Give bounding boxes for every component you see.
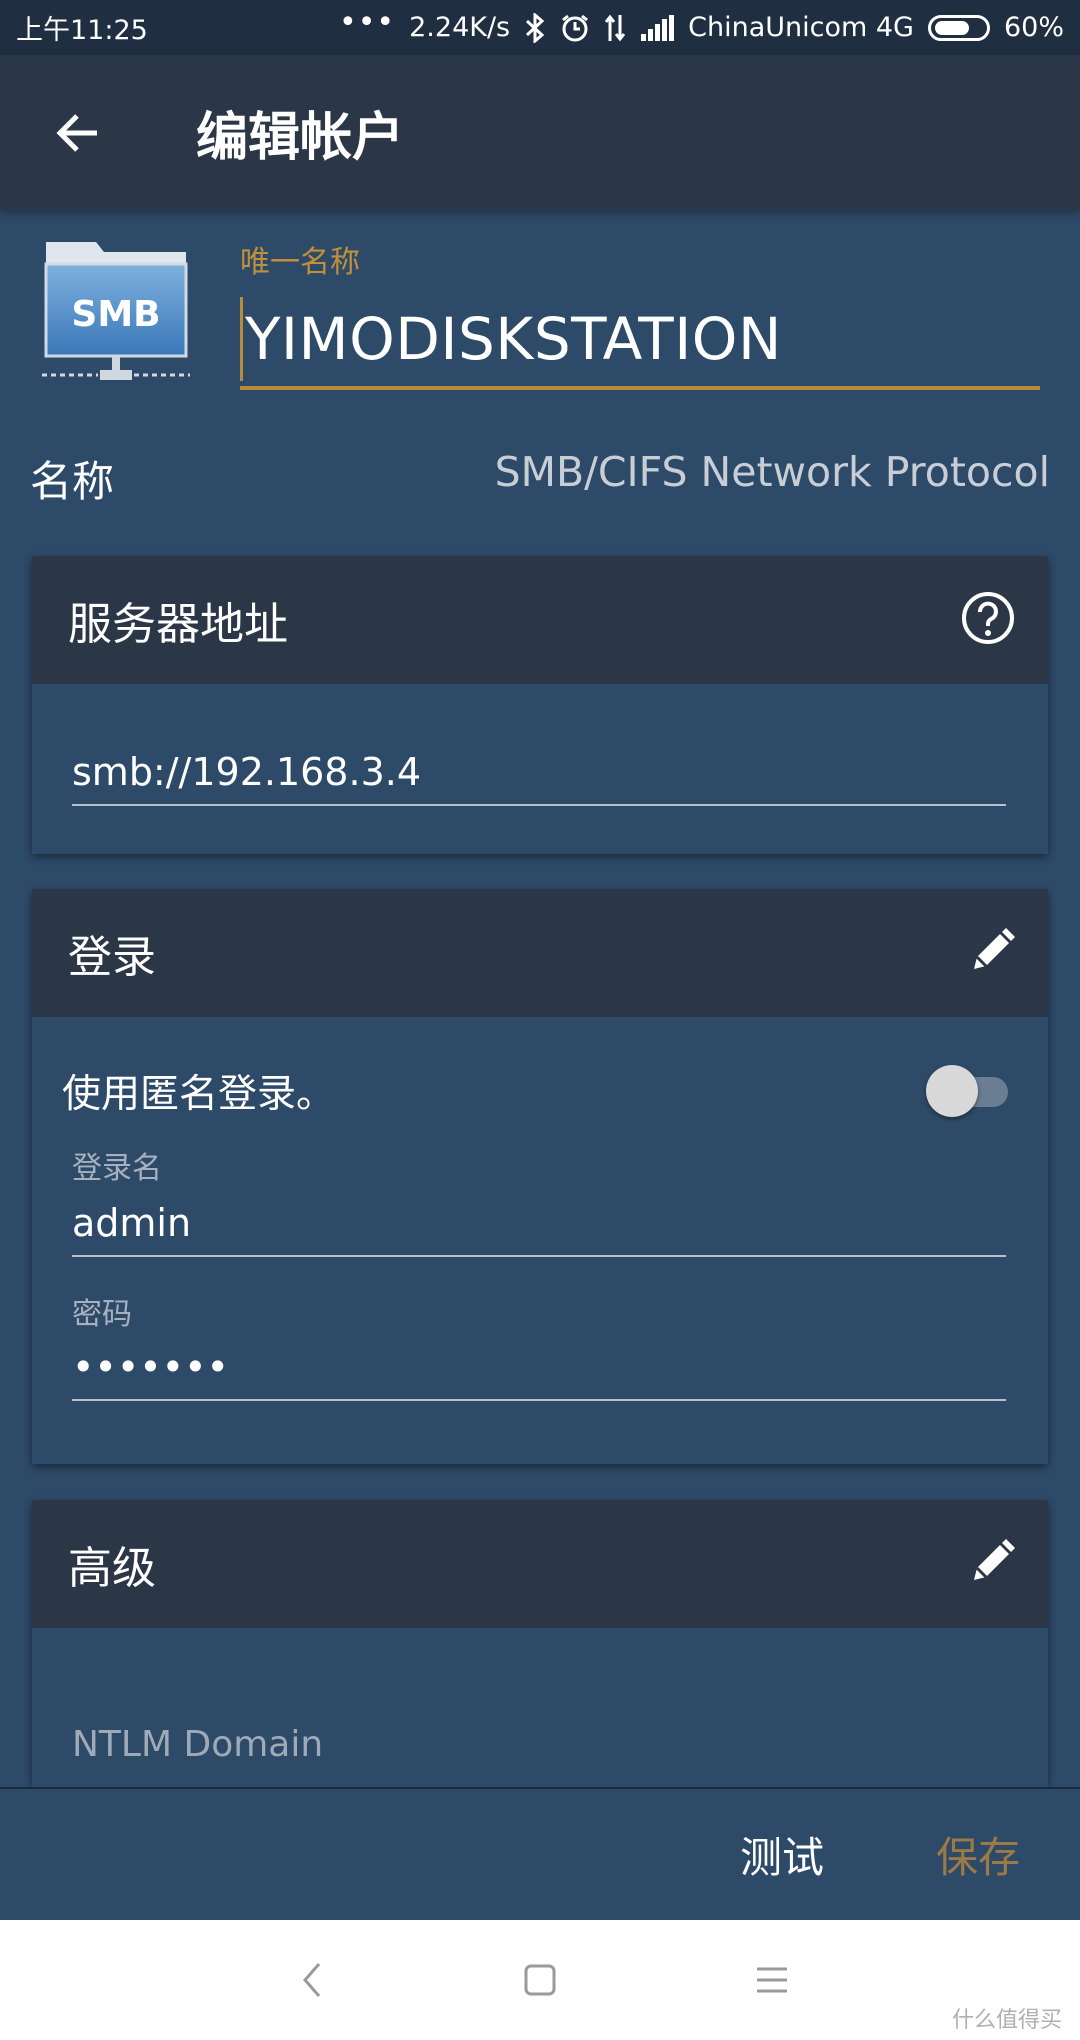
anonymous-login-row: 使用匿名登录。 — [62, 1063, 1008, 1119]
login-card-title: 登录 — [68, 932, 156, 983]
pencil-icon[interactable] — [968, 1538, 1016, 1590]
username-label: 登录名 — [72, 1151, 162, 1186]
password-value: ••••••• — [72, 1345, 229, 1389]
nav-menu-button[interactable] — [742, 1950, 802, 2010]
page-title: 编辑帐户 — [196, 108, 405, 168]
bluetooth-icon — [524, 12, 546, 43]
advanced-card-body: NTLM Domain — [32, 1628, 1048, 1787]
pencil-icon[interactable] — [968, 927, 1016, 979]
data-transfer-icon — [604, 13, 626, 43]
unique-name-input[interactable]: YIMODISKSTATION — [240, 292, 1040, 390]
password-label: 密码 — [72, 1297, 132, 1332]
login-card: 登录 使用匿名登录。 登录名 admin 密码 ••••••• — [32, 889, 1048, 1464]
test-button[interactable]: 测试 — [710, 1824, 854, 1885]
server-card-header: 服务器地址 — [32, 556, 1048, 684]
name-value: SMB/CIFS Network Protocol — [494, 448, 1050, 496]
server-address-input[interactable]: smb://192.168.3.4 — [72, 742, 1006, 806]
system-nav-bar: 什么值得买 — [0, 1920, 1080, 2040]
anonymous-login-label: 使用匿名登录。 — [62, 1072, 336, 1117]
text-caret — [240, 297, 243, 381]
signal-icon — [640, 14, 675, 41]
toggle-knob — [926, 1065, 978, 1117]
carrier-name: ChinaUnicom 4G — [688, 12, 914, 43]
back-button[interactable] — [38, 93, 118, 173]
server-card-title: 服务器地址 — [68, 599, 288, 650]
password-input[interactable]: ••••••• — [72, 1337, 1006, 1401]
status-right: ••• 2.24K/s ChinaUnicom 4G 60% — [339, 5, 1064, 43]
arrow-left-icon — [56, 113, 97, 152]
alarm-icon — [560, 13, 590, 43]
bottom-action-bar: 测试 保存 — [0, 1787, 1080, 1920]
username-input[interactable]: admin — [72, 1193, 1006, 1257]
network-speed: 2.24K/s — [409, 12, 511, 43]
login-card-header: 登录 — [32, 889, 1048, 1017]
smb-folder-icon: SMB — [36, 236, 196, 396]
square-icon — [524, 1964, 556, 1996]
watermark: 什么值得买 — [951, 2008, 1062, 2033]
notification-dots: ••• — [339, 5, 396, 40]
ntlm-domain-label: NTLM Domain — [72, 1724, 324, 1765]
unique-name-label: 唯一名称 — [240, 245, 360, 280]
help-circle-icon[interactable] — [960, 590, 1016, 650]
unique-name-value: YIMODISKSTATION — [245, 305, 782, 373]
status-bar: 上午11:25 ••• 2.24K/s ChinaUnicom 4G 60% — [0, 0, 1080, 55]
chevron-left-icon — [303, 1963, 321, 1997]
server-card-body: smb://192.168.3.4 — [32, 684, 1048, 854]
server-address-card: 服务器地址 smb://192.168.3.4 — [32, 556, 1048, 854]
advanced-card-title: 高级 — [68, 1543, 156, 1594]
login-card-body: 使用匿名登录。 登录名 admin 密码 ••••••• — [32, 1017, 1048, 1464]
save-button[interactable]: 保存 — [906, 1824, 1050, 1885]
battery-icon — [927, 14, 990, 41]
anonymous-login-toggle[interactable] — [926, 1065, 1008, 1117]
server-address-value: smb://192.168.3.4 — [72, 750, 421, 794]
username-value: admin — [72, 1201, 192, 1245]
nav-home-button[interactable] — [510, 1950, 570, 2010]
battery-percent: 60% — [1003, 12, 1064, 43]
advanced-card-header: 高级 — [32, 1500, 1048, 1628]
status-time: 上午11:25 — [16, 15, 148, 46]
advanced-card: 高级 NTLM Domain — [32, 1500, 1048, 1787]
svg-text:SMB: SMB — [71, 294, 160, 335]
name-label: 名称 — [30, 457, 115, 506]
menu-icon — [757, 1967, 787, 1993]
app-bar: 编辑帐户 — [0, 55, 1080, 210]
nav-back-button[interactable] — [282, 1950, 342, 2010]
